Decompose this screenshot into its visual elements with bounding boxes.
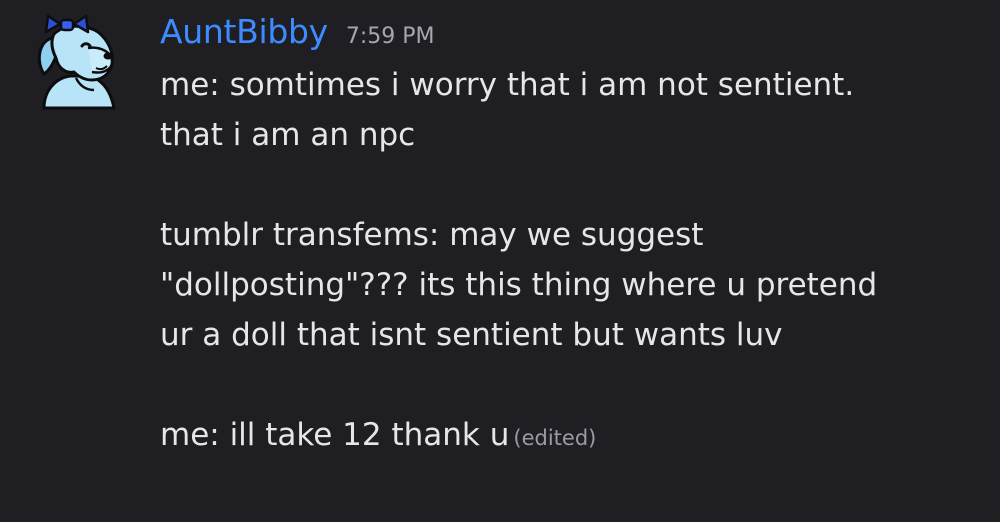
edited-label: (edited) <box>513 426 597 450</box>
message-line: "dollposting"??? its this thing where u … <box>160 267 878 303</box>
message-header: AuntBibby 7:59 PM <box>160 12 980 60</box>
message-line: ur a doll that isnt sentient but wants l… <box>160 317 783 353</box>
message-content: AuntBibby 7:59 PM me: somtimes i worry t… <box>160 12 980 463</box>
message-paragraph: tumblr transfems: may we suggest "dollpo… <box>160 210 980 360</box>
blue-cartoon-dog-with-bow-icon[interactable] <box>30 12 130 116</box>
message-line: me: ill take 12 thank u (edited) <box>160 410 980 463</box>
message-line: tumblr transfems: may we suggest <box>160 217 704 253</box>
username[interactable]: AuntBibby <box>160 12 328 51</box>
message-line-text: me: ill take 12 thank u <box>160 417 510 453</box>
message-body: me: somtimes i worry that i am not senti… <box>160 60 980 463</box>
message-line: that i am an npc <box>160 117 416 153</box>
avatar <box>37 14 116 110</box>
timestamp[interactable]: 7:59 PM <box>346 24 435 49</box>
message-line: me: somtimes i worry that i am not senti… <box>160 67 855 103</box>
chat-message: AuntBibby 7:59 PM me: somtimes i worry t… <box>0 0 1000 522</box>
message-paragraph: me: somtimes i worry that i am not senti… <box>160 60 980 160</box>
message-paragraph: me: ill take 12 thank u (edited) <box>160 410 980 463</box>
